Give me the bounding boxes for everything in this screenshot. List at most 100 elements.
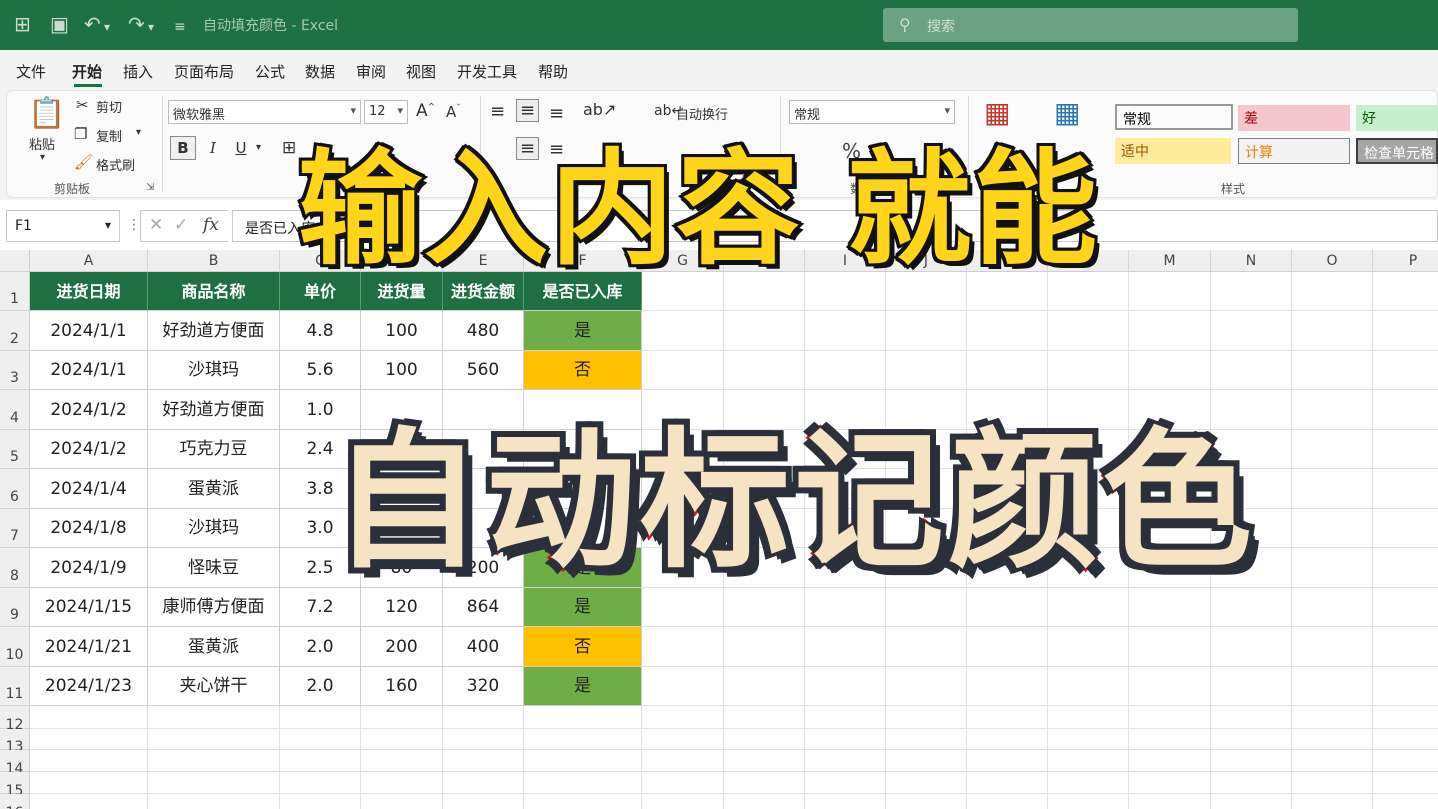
tab-help[interactable]: 帮助 xyxy=(538,61,568,82)
table-cell[interactable]: 2024/1/1 xyxy=(30,311,148,351)
bold-button[interactable]: B xyxy=(170,136,196,160)
table-cell[interactable]: 480 xyxy=(443,311,524,351)
table-cell[interactable]: 2.0 xyxy=(280,667,361,706)
tab-developer[interactable]: 开发工具 xyxy=(457,61,517,82)
table-cell[interactable]: 100 xyxy=(361,311,443,351)
table-cell[interactable]: 好劲道方便面 xyxy=(148,390,280,430)
table-cell[interactable]: 2024/1/1 xyxy=(30,351,148,390)
table-cell[interactable]: 2024/1/21 xyxy=(30,627,148,667)
row-header[interactable]: 8 xyxy=(0,548,30,588)
cell-style-neutral[interactable]: 适中 xyxy=(1115,138,1231,164)
table-cell[interactable]: 康师傅方便面 xyxy=(148,588,280,627)
row-header[interactable]: 12 xyxy=(0,706,30,733)
table-cell[interactable]: 400 xyxy=(443,627,524,667)
row-header[interactable]: 3 xyxy=(0,351,30,390)
row-header[interactable]: 2 xyxy=(0,311,30,351)
row-header[interactable]: 14 xyxy=(0,750,30,777)
customize-toolbar-icon[interactable]: ≡ xyxy=(174,16,186,38)
column-header[interactable]: A xyxy=(30,250,148,272)
row-header[interactable]: 1 xyxy=(0,272,30,311)
row-header[interactable]: 6 xyxy=(0,469,30,509)
table-cell[interactable]: 2024/1/2 xyxy=(30,390,148,430)
cell-style-calculation[interactable]: 计算 xyxy=(1238,138,1350,164)
undo-icon[interactable]: ↶ xyxy=(84,13,101,35)
table-cell[interactable]: 2024/1/15 xyxy=(30,588,148,627)
paste-icon[interactable]: 📋 xyxy=(28,96,65,131)
cut-button[interactable]: 剪切 xyxy=(96,97,122,116)
tab-formulas[interactable]: 公式 xyxy=(255,61,285,82)
row-header[interactable]: 13 xyxy=(0,729,30,755)
redo-dropdown-icon[interactable]: ▾ xyxy=(148,16,154,38)
column-header[interactable]: O xyxy=(1292,250,1373,272)
italic-button[interactable]: I xyxy=(200,136,226,160)
copy-button[interactable]: 复制 xyxy=(96,126,122,145)
insert-function-button[interactable]: fx xyxy=(203,215,219,235)
table-cell[interactable]: 2024/1/2 xyxy=(30,430,148,469)
cell-style-good[interactable]: 好 xyxy=(1356,105,1438,131)
table-cell[interactable]: 320 xyxy=(443,667,524,706)
table-cell[interactable]: 巧克力豆 xyxy=(148,430,280,469)
underline-button[interactable]: U xyxy=(228,136,254,160)
table-cell[interactable]: 怪味豆 xyxy=(148,548,280,588)
enter-icon[interactable]: ✓ xyxy=(174,215,188,235)
tab-review[interactable]: 审阅 xyxy=(356,61,386,82)
search-box[interactable]: ⚲ 搜索 xyxy=(883,8,1298,42)
copy-dropdown-icon[interactable]: ▾ xyxy=(136,127,141,138)
paste-dropdown-icon[interactable]: ▾ xyxy=(40,152,45,163)
column-header[interactable]: M xyxy=(1129,250,1211,272)
tab-insert[interactable]: 插入 xyxy=(123,61,153,82)
underline-dropdown-icon[interactable]: ▾ xyxy=(256,142,261,153)
redo-icon[interactable]: ↷ xyxy=(128,13,145,35)
row-header[interactable]: 10 xyxy=(0,627,30,667)
column-header[interactable]: B xyxy=(148,250,280,272)
table-cell[interactable]: 2.0 xyxy=(280,627,361,667)
table-cell[interactable]: 4.8 xyxy=(280,311,361,351)
table-cell[interactable]: 沙琪玛 xyxy=(148,351,280,390)
cancel-icon[interactable]: ✕ xyxy=(149,215,163,235)
save-icon[interactable]: ▣ xyxy=(50,13,69,35)
table-header-cell[interactable]: 进货日期 xyxy=(30,272,148,311)
cut-icon[interactable]: ✂ xyxy=(76,96,89,114)
table-cell[interactable]: 2024/1/4 xyxy=(30,469,148,509)
select-all-corner[interactable] xyxy=(0,250,30,272)
row-header[interactable]: 4 xyxy=(0,390,30,430)
row-header[interactable]: 9 xyxy=(0,588,30,627)
cell-style-normal[interactable]: 常规 xyxy=(1115,104,1233,130)
table-cell[interactable]: 夹心饼干 xyxy=(148,667,280,706)
tab-view[interactable]: 视图 xyxy=(406,61,436,82)
row-header[interactable]: 11 xyxy=(0,667,30,706)
tab-page-layout[interactable]: 页面布局 xyxy=(174,61,234,82)
borders-icon[interactable]: ⊞ xyxy=(282,138,296,158)
status-cell[interactable]: 是 xyxy=(524,311,642,351)
table-cell[interactable]: 200 xyxy=(361,627,443,667)
more-options-icon[interactable]: ⋮ xyxy=(127,217,141,233)
tab-file[interactable]: 文件 xyxy=(16,61,46,82)
row-header[interactable]: 15 xyxy=(0,772,30,799)
row-header[interactable]: 5 xyxy=(0,430,30,469)
format-painter-icon[interactable]: 🖌 xyxy=(74,153,93,171)
row-header[interactable]: 16 xyxy=(0,794,30,809)
column-header[interactable]: N xyxy=(1211,250,1292,272)
status-cell[interactable]: 是 xyxy=(524,667,642,706)
column-header[interactable]: P xyxy=(1373,250,1438,272)
clipboard-launcher-icon[interactable]: ⇲ xyxy=(146,182,154,193)
format-painter-button[interactable]: 格式刷 xyxy=(96,155,135,174)
table-header-cell[interactable]: 商品名称 xyxy=(148,272,280,311)
copy-icon[interactable]: ❐ xyxy=(74,125,87,143)
table-cell[interactable]: 160 xyxy=(361,667,443,706)
undo-dropdown-icon[interactable]: ▾ xyxy=(104,16,110,38)
row-header[interactable]: 7 xyxy=(0,509,30,548)
table-cell[interactable]: 2024/1/23 xyxy=(30,667,148,706)
table-cell[interactable]: 2024/1/8 xyxy=(30,509,148,548)
tab-data[interactable]: 数据 xyxy=(305,61,335,82)
table-cell[interactable]: 蛋黄派 xyxy=(148,469,280,509)
cell-style-bad[interactable]: 差 xyxy=(1238,105,1350,131)
paste-button[interactable]: 粘贴 xyxy=(29,134,55,153)
cell-style-check-cell[interactable]: 检查单元格 xyxy=(1356,138,1438,164)
tab-home[interactable]: 开始 xyxy=(72,61,102,82)
table-cell[interactable]: 沙琪玛 xyxy=(148,509,280,548)
name-box[interactable]: F1 ▾ xyxy=(6,210,120,242)
table-cell[interactable]: 好劲道方便面 xyxy=(148,311,280,351)
table-cell[interactable]: 蛋黄派 xyxy=(148,627,280,667)
status-cell[interactable]: 否 xyxy=(524,627,642,667)
